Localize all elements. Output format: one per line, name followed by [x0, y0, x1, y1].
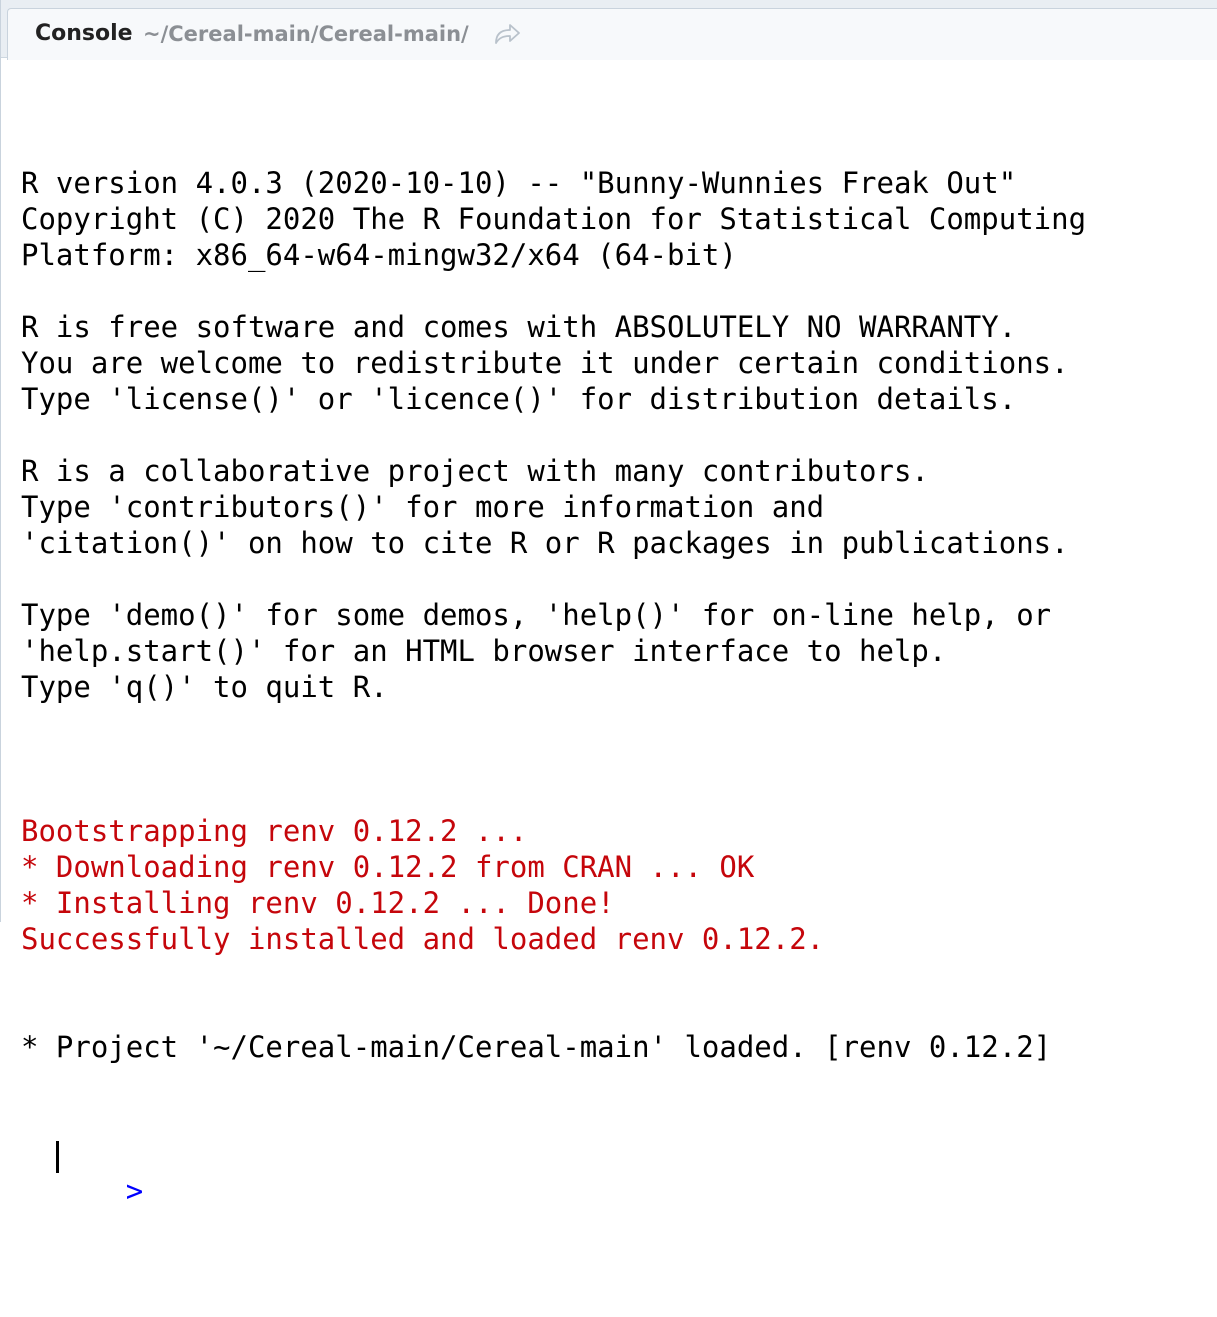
console-pane: Console ~/Cereal-main/Cereal-main/ R ver…	[0, 0, 1217, 1208]
console-line: R is free software and comes with ABSOLU…	[21, 310, 1017, 344]
console-line: R version 4.0.3 (2020-10-10) -- "Bunny-W…	[21, 166, 1017, 200]
console-tab[interactable]: Console ~/Cereal-main/Cereal-main/	[7, 8, 1217, 60]
project-output: * Project '~/Cereal-main/Cereal-main' lo…	[21, 1029, 1217, 1065]
console-line: You are welcome to redistribute it under…	[21, 346, 1069, 380]
console-input[interactable]	[21, 1137, 1181, 1173]
console-tab-bar: Console ~/Cereal-main/Cereal-main/	[1, 0, 1217, 60]
console-line: Type 'demo()' for some demos, 'help()' f…	[21, 598, 1052, 632]
goto-directory-arrow-icon[interactable]	[492, 21, 522, 47]
console-tab-title: Console	[35, 21, 133, 46]
console-line: Copyright (C) 2020 The R Foundation for …	[21, 202, 1087, 236]
renv-messages: Bootstrapping renv 0.12.2 ... * Downloadi…	[21, 813, 1217, 957]
console-message-line: * Installing renv 0.12.2 ... Done!	[21, 886, 615, 920]
console-message-line: Bootstrapping renv 0.12.2 ...	[21, 814, 528, 848]
console-line: Type 'license()' or 'licence()' for dist…	[21, 382, 1017, 416]
working-directory-path: ~/Cereal-main/Cereal-main/	[143, 22, 469, 46]
console-line: 'citation()' on how to cite R or R packa…	[21, 526, 1069, 560]
console-prompt-line[interactable]: >	[21, 1137, 1217, 1208]
console-line: Type 'q()' to quit R.	[21, 670, 388, 704]
console-output: R version 4.0.3 (2020-10-10) -- "Bunny-W…	[21, 93, 1217, 1245]
console-prompt: >	[125, 1174, 144, 1208]
console-line: 'help.start()' for an HTML browser inter…	[21, 634, 947, 668]
console-line: * Project '~/Cereal-main/Cereal-main' lo…	[21, 1030, 1052, 1064]
console-line: R is a collaborative project with many c…	[21, 454, 929, 488]
console-message-line: * Downloading renv 0.12.2 from CRAN ... …	[21, 850, 755, 884]
console-line: Platform: x86_64-w64-mingw32/x64 (64-bit…	[21, 238, 737, 272]
console-message-line: Successfully installed and loaded renv 0…	[21, 922, 825, 956]
startup-banner: R version 4.0.3 (2020-10-10) -- "Bunny-W…	[21, 165, 1217, 741]
console-line: Type 'contributors()' for more informati…	[21, 490, 825, 524]
